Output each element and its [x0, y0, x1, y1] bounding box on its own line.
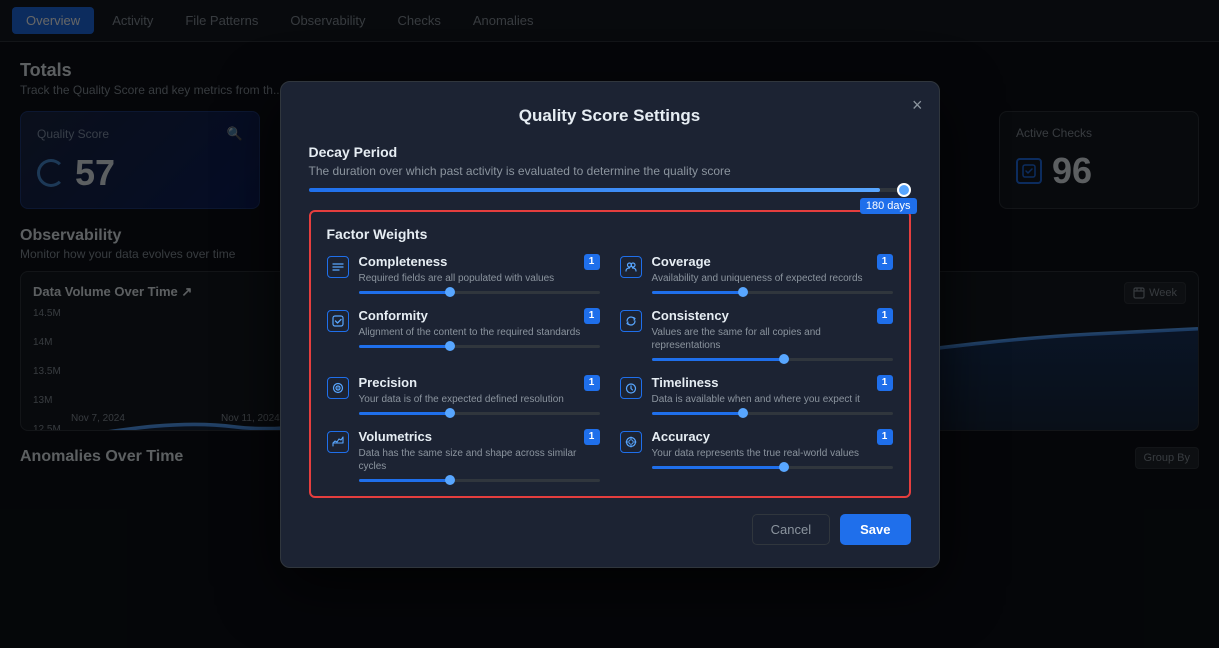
accuracy-badge: 1: [877, 429, 893, 445]
completeness-content: Completeness 1 Required fields are all p…: [359, 254, 600, 294]
factor-precision: Precision 1 Your data is of the expected…: [327, 375, 600, 415]
factors-grid: Completeness 1 Required fields are all p…: [327, 254, 893, 482]
quality-score-settings-modal: × Quality Score Settings Decay Period Th…: [280, 81, 940, 568]
factor-completeness: Completeness 1 Required fields are all p…: [327, 254, 600, 294]
factor-weights-section: Factor Weights Completeness 1 Required f…: [309, 210, 911, 498]
decay-slider-fill: [309, 188, 881, 192]
modal-footer: Cancel Save: [309, 514, 911, 545]
conformity-desc: Alignment of the content to the required…: [359, 326, 600, 339]
timeliness-icon: [620, 377, 642, 399]
cancel-button[interactable]: Cancel: [752, 514, 830, 545]
consistency-slider[interactable]: [652, 358, 893, 361]
consistency-desc: Values are the same for all copies and r…: [652, 326, 893, 352]
decay-slider-thumb[interactable]: [897, 183, 911, 197]
decay-period-section: Decay Period The duration over which pas…: [309, 144, 911, 192]
coverage-slider[interactable]: [652, 291, 893, 294]
factor-conformity: Conformity 1 Alignment of the content to…: [327, 308, 600, 361]
timeliness-name: Timeliness: [652, 375, 719, 390]
coverage-desc: Availability and uniqueness of expected …: [652, 272, 893, 285]
factor-consistency: Consistency 1 Values are the same for al…: [620, 308, 893, 361]
volumetrics-name: Volumetrics: [359, 429, 432, 444]
consistency-name: Consistency: [652, 308, 729, 323]
consistency-content: Consistency 1 Values are the same for al…: [652, 308, 893, 361]
factor-timeliness: Timeliness 1 Data is available when and …: [620, 375, 893, 415]
decay-slider-container: 180 days: [309, 188, 911, 192]
consistency-badge: 1: [877, 308, 893, 324]
factor-accuracy: Accuracy 1 Your data represents the true…: [620, 429, 893, 482]
completeness-icon: [327, 256, 349, 278]
timeliness-content: Timeliness 1 Data is available when and …: [652, 375, 893, 415]
coverage-icon: [620, 256, 642, 278]
conformity-content: Conformity 1 Alignment of the content to…: [359, 308, 600, 348]
modal-overlay: × Quality Score Settings Decay Period Th…: [0, 0, 1219, 648]
precision-desc: Your data is of the expected defined res…: [359, 393, 600, 406]
factor-coverage: Coverage 1 Availability and uniqueness o…: [620, 254, 893, 294]
accuracy-content: Accuracy 1 Your data represents the true…: [652, 429, 893, 469]
save-button[interactable]: Save: [840, 514, 910, 545]
completeness-name: Completeness: [359, 254, 448, 269]
completeness-badge: 1: [584, 254, 600, 270]
volumetrics-content: Volumetrics 1 Data has the same size and…: [359, 429, 600, 482]
modal-title: Quality Score Settings: [309, 106, 911, 126]
conformity-icon: [327, 310, 349, 332]
volumetrics-icon: [327, 431, 349, 453]
factor-volumetrics: Volumetrics 1 Data has the same size and…: [327, 429, 600, 482]
modal-close-button[interactable]: ×: [912, 96, 923, 114]
decay-description: The duration over which past activity is…: [309, 164, 911, 178]
volumetrics-badge: 1: [584, 429, 600, 445]
factor-weights-title: Factor Weights: [327, 226, 893, 242]
volumetrics-slider[interactable]: [359, 479, 600, 482]
precision-content: Precision 1 Your data is of the expected…: [359, 375, 600, 415]
timeliness-slider[interactable]: [652, 412, 893, 415]
timeliness-desc: Data is available when and where you exp…: [652, 393, 893, 406]
conformity-name: Conformity: [359, 308, 428, 323]
accuracy-desc: Your data represents the true real-world…: [652, 447, 893, 460]
coverage-content: Coverage 1 Availability and uniqueness o…: [652, 254, 893, 294]
precision-name: Precision: [359, 375, 418, 390]
accuracy-icon: [620, 431, 642, 453]
accuracy-slider[interactable]: [652, 466, 893, 469]
volumetrics-desc: Data has the same size and shape across …: [359, 447, 600, 473]
conformity-badge: 1: [584, 308, 600, 324]
precision-icon: [327, 377, 349, 399]
timeliness-badge: 1: [877, 375, 893, 391]
completeness-slider[interactable]: [359, 291, 600, 294]
decay-slider-label: 180 days: [860, 198, 917, 214]
conformity-slider[interactable]: [359, 345, 600, 348]
decay-slider-track: 180 days: [309, 188, 911, 192]
decay-title: Decay Period: [309, 144, 911, 160]
completeness-desc: Required fields are all populated with v…: [359, 272, 600, 285]
consistency-icon: [620, 310, 642, 332]
accuracy-name: Accuracy: [652, 429, 711, 444]
coverage-name: Coverage: [652, 254, 711, 269]
coverage-badge: 1: [877, 254, 893, 270]
precision-badge: 1: [584, 375, 600, 391]
precision-slider[interactable]: [359, 412, 600, 415]
